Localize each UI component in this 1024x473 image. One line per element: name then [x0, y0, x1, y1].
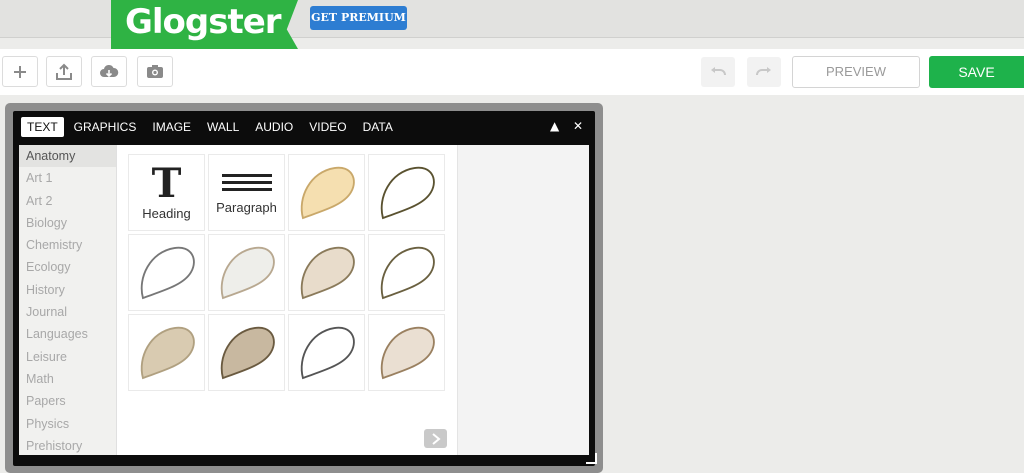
resize-handle-icon[interactable] — [584, 451, 598, 465]
speech-bubble-icon — [140, 246, 195, 299]
preview-button[interactable]: PREVIEW — [792, 56, 920, 88]
paragraph-lines-icon — [221, 174, 272, 191]
tab-video[interactable]: VIDEO — [303, 117, 352, 137]
get-premium-button[interactable]: GET PREMIUM — [310, 6, 407, 30]
speech-bubble-icon — [300, 326, 355, 379]
category-prehistory[interactable]: Prehistory — [19, 435, 116, 457]
category-art-1[interactable]: Art 1 — [19, 167, 116, 189]
asset-panel-inner: TEXT GRAPHICS IMAGE WALL AUDIO VIDEO DATA ▲ ✕ … — [13, 111, 595, 466]
add-button[interactable] — [2, 56, 38, 87]
category-anatomy[interactable]: Anatomy — [19, 145, 116, 168]
speech-bubble-tile[interactable] — [208, 314, 285, 391]
logo-text: Glogster — [125, 2, 282, 42]
upload-button[interactable] — [46, 56, 82, 87]
collapse-icon[interactable]: ▲ — [550, 119, 559, 133]
speech-bubble-tile[interactable] — [128, 314, 205, 391]
speech-bubble-icon — [300, 246, 355, 299]
camera-button[interactable] — [137, 56, 173, 87]
cloud-download-button[interactable] — [91, 56, 127, 87]
speech-bubble-icon — [300, 166, 355, 219]
category-ecology[interactable]: Ecology — [19, 256, 116, 278]
toolbar: PREVIEW SAVE — [0, 49, 1024, 95]
speech-bubble-icon — [380, 246, 435, 299]
speech-bubble-tile[interactable] — [208, 234, 285, 311]
category-math[interactable]: Math — [19, 368, 116, 390]
preview-column — [457, 145, 589, 455]
category-chemistry[interactable]: Chemistry — [19, 234, 116, 256]
heading-glyph: T — [151, 160, 182, 207]
speech-bubble-tile[interactable] — [368, 314, 445, 391]
asset-grid: T Heading Paragraph — [128, 154, 448, 394]
redo-button[interactable] — [747, 57, 781, 87]
category-history[interactable]: History — [19, 279, 116, 301]
tab-audio[interactable]: AUDIO — [249, 117, 299, 137]
redo-icon — [756, 67, 771, 76]
speech-bubble-icon — [220, 246, 275, 299]
paragraph-tile[interactable]: Paragraph — [208, 154, 285, 231]
category-list: Anatomy Art 1 Art 2 Biology Chemistry Ecology… — [19, 145, 117, 455]
category-leisure[interactable]: Leisure — [19, 346, 116, 368]
chevron-right-icon — [431, 432, 441, 445]
speech-bubble-tile[interactable] — [368, 154, 445, 231]
category-physics[interactable]: Physics — [19, 413, 116, 435]
category-papers[interactable]: Papers — [19, 390, 116, 412]
next-page-button[interactable] — [424, 429, 447, 448]
tile-label: Heading — [142, 206, 191, 221]
speech-bubble-tile[interactable] — [288, 154, 365, 231]
category-journal[interactable]: Journal — [19, 301, 116, 323]
tile-label: Paragraph — [216, 200, 277, 215]
save-button[interactable]: SAVE — [929, 56, 1024, 88]
tab-wall[interactable]: WALL — [201, 117, 245, 137]
panel-tabs: TEXT GRAPHICS IMAGE WALL AUDIO VIDEO DATA — [21, 116, 403, 138]
cloud-download-icon — [100, 64, 119, 77]
undo-icon — [711, 67, 726, 76]
category-languages[interactable]: Languages — [19, 323, 116, 345]
upload-icon — [56, 63, 72, 80]
close-icon[interactable]: ✕ — [573, 119, 583, 133]
speech-bubble-tile[interactable] — [288, 234, 365, 311]
tab-image[interactable]: IMAGE — [146, 117, 197, 137]
speech-bubble-tile[interactable] — [368, 234, 445, 311]
tab-data[interactable]: DATA — [357, 117, 399, 137]
panel-content: Anatomy Art 1 Art 2 Biology Chemistry Ecology… — [19, 145, 589, 455]
speech-bubble-icon — [380, 166, 435, 219]
undo-button[interactable] — [701, 57, 735, 87]
speech-bubble-tile[interactable] — [288, 314, 365, 391]
category-biology[interactable]: Biology — [19, 212, 116, 234]
heading-tile[interactable]: T Heading — [128, 154, 205, 231]
tab-graphics[interactable]: GRAPHICS — [68, 117, 143, 137]
camera-icon — [147, 65, 163, 78]
speech-bubble-icon — [220, 326, 275, 379]
speech-bubble-icon — [140, 326, 195, 379]
category-art-2[interactable]: Art 2 — [19, 190, 116, 212]
speech-bubble-icon — [380, 326, 435, 379]
tab-text[interactable]: TEXT — [21, 117, 64, 137]
glogster-logo[interactable]: Glogster — [111, 0, 298, 49]
plus-icon — [14, 65, 26, 78]
speech-bubble-tile[interactable] — [128, 234, 205, 311]
asset-panel: TEXT GRAPHICS IMAGE WALL AUDIO VIDEO DATA ▲ ✕ … — [5, 103, 603, 473]
